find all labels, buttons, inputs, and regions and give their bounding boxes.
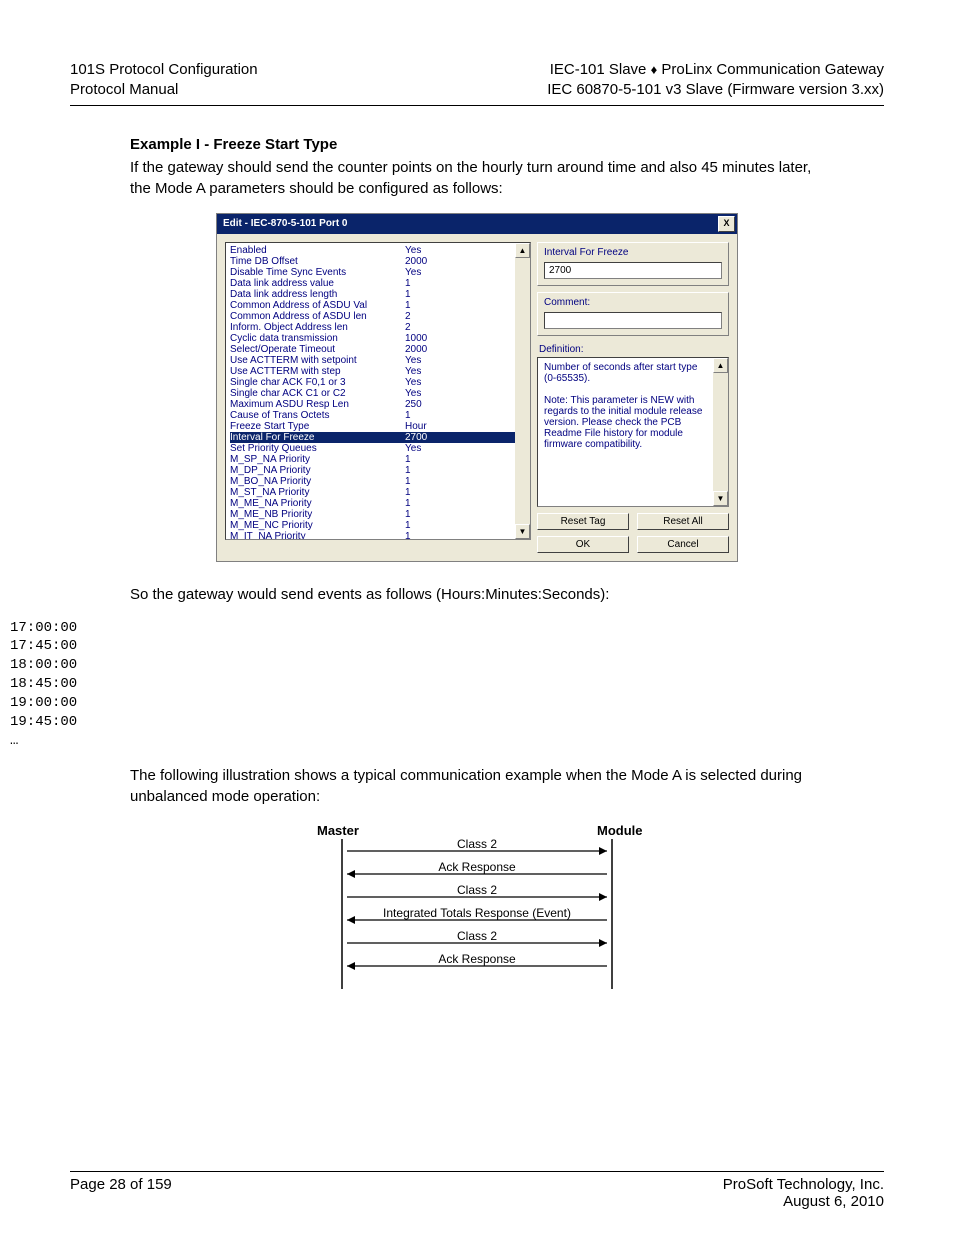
- cancel-button[interactable]: Cancel: [637, 536, 729, 553]
- param-row[interactable]: Data link address value1: [230, 278, 526, 289]
- param-row[interactable]: M_BO_NA Priority1: [230, 476, 526, 487]
- param-row[interactable]: Common Address of ASDU len2: [230, 311, 526, 322]
- definition-scrollbar[interactable]: ▲ ▼: [713, 358, 728, 506]
- definition-text: Number of seconds after start type (0-65…: [544, 362, 722, 450]
- dialog-titlebar: Edit - IEC-870-5-101 Port 0 X: [217, 214, 737, 234]
- param-row[interactable]: Inform. Object Address len2: [230, 322, 526, 333]
- definition-label: Definition:: [539, 344, 729, 355]
- seq-module-label: Module: [597, 823, 643, 838]
- header-left-line1: 101S Protocol Configuration: [70, 60, 258, 80]
- param-row[interactable]: M_SP_NA Priority1: [230, 454, 526, 465]
- param-row[interactable]: M_ST_NA Priority1: [230, 487, 526, 498]
- comment-input[interactable]: [544, 312, 722, 329]
- header-left-line2: Protocol Manual: [70, 80, 258, 100]
- footer-left: Page 28 of 159: [70, 1176, 172, 1210]
- param-row[interactable]: M_ME_NC Priority1: [230, 520, 526, 531]
- param-row[interactable]: Set Priority QueuesYes: [230, 443, 526, 454]
- param-row[interactable]: Cyclic data transmission1000: [230, 333, 526, 344]
- footer-right1: ProSoft Technology, Inc.: [723, 1176, 884, 1193]
- param-row[interactable]: Common Address of ASDU Val1: [230, 300, 526, 311]
- param-row[interactable]: M_IT_NA Priority1: [230, 531, 526, 540]
- field-group: Interval For Freeze: [537, 242, 729, 286]
- reset-all-button[interactable]: Reset All: [637, 513, 729, 530]
- param-row[interactable]: Single char ACK C1 or C2Yes: [230, 388, 526, 399]
- param-row[interactable]: M_DP_NA Priority1: [230, 465, 526, 476]
- param-row[interactable]: M_ME_NB Priority1: [230, 509, 526, 520]
- comment-group: Comment:: [537, 292, 729, 336]
- param-row[interactable]: EnabledYes: [230, 245, 526, 256]
- svg-text:Integrated Totals Response (Ev: Integrated Totals Response (Event): [383, 906, 571, 920]
- footer-right2: August 6, 2010: [723, 1193, 884, 1210]
- param-row[interactable]: Interval For Freeze2700: [230, 432, 526, 443]
- param-list-scrollbar[interactable]: ▲ ▼: [515, 243, 530, 539]
- seq-master-label: Master: [317, 823, 359, 838]
- ok-button[interactable]: OK: [537, 536, 629, 553]
- page-header: 101S Protocol Configuration Protocol Man…: [70, 60, 884, 106]
- svg-text:Ack Response: Ack Response: [438, 952, 516, 966]
- param-row[interactable]: Time DB Offset2000: [230, 256, 526, 267]
- para-after-dialog: So the gateway would send events as foll…: [130, 584, 824, 605]
- param-row[interactable]: Disable Time Sync EventsYes: [230, 267, 526, 278]
- svg-text:Ack Response: Ack Response: [438, 860, 516, 874]
- param-row[interactable]: Freeze Start TypeHour: [230, 421, 526, 432]
- param-row[interactable]: Data link address length1: [230, 289, 526, 300]
- scroll-down-icon[interactable]: ▼: [515, 524, 530, 539]
- param-row[interactable]: Cause of Trans Octets1: [230, 410, 526, 421]
- param-row[interactable]: Maximum ASDU Resp Len250: [230, 399, 526, 410]
- intro-paragraph: If the gateway should send the counter p…: [130, 157, 824, 199]
- param-row[interactable]: Use ACTTERM with stepYes: [230, 366, 526, 377]
- dialog-title: Edit - IEC-870-5-101 Port 0: [223, 218, 347, 229]
- svg-text:Class 2: Class 2: [457, 929, 497, 943]
- svg-text:Class 2: Class 2: [457, 883, 497, 897]
- close-icon[interactable]: X: [718, 216, 735, 232]
- svg-text:Class 2: Class 2: [457, 837, 497, 851]
- para-before-seq: The following illustration shows a typic…: [130, 765, 824, 807]
- comment-label: Comment:: [544, 297, 722, 308]
- reset-tag-button[interactable]: Reset Tag: [537, 513, 629, 530]
- header-right-line2: IEC 60870-5-101 v3 Slave (Firmware versi…: [547, 80, 884, 100]
- edit-dialog: Edit - IEC-870-5-101 Port 0 X EnabledYes…: [216, 213, 738, 562]
- param-row[interactable]: Single char ACK F0,1 or 3Yes: [230, 377, 526, 388]
- scroll-up-icon[interactable]: ▲: [713, 358, 728, 373]
- param-row[interactable]: M_ME_NA Priority1: [230, 498, 526, 509]
- scroll-down-icon[interactable]: ▼: [713, 491, 728, 506]
- interval-input[interactable]: [544, 262, 722, 279]
- param-row[interactable]: Select/Operate Timeout2000: [230, 344, 526, 355]
- definition-box: Number of seconds after start type (0-65…: [537, 357, 729, 507]
- scroll-up-icon[interactable]: ▲: [515, 243, 530, 258]
- sequence-diagram: Master Module Class 2 Ack Response Class 2…: [297, 821, 657, 991]
- page-footer: Page 28 of 159 ProSoft Technology, Inc. …: [70, 1171, 884, 1210]
- param-list[interactable]: EnabledYesTime DB Offset2000Disable Time…: [225, 242, 531, 540]
- field-label: Interval For Freeze: [544, 247, 722, 258]
- section-title: Example I - Freeze Start Type: [130, 136, 824, 153]
- param-row[interactable]: Use ACTTERM with setpointYes: [230, 355, 526, 366]
- header-right-line1: IEC-101 Slave ♦ ProLinx Communication Ga…: [547, 60, 884, 80]
- time-list: 17:00:00 17:45:00 18:00:00 18:45:00 19:0…: [10, 619, 884, 751]
